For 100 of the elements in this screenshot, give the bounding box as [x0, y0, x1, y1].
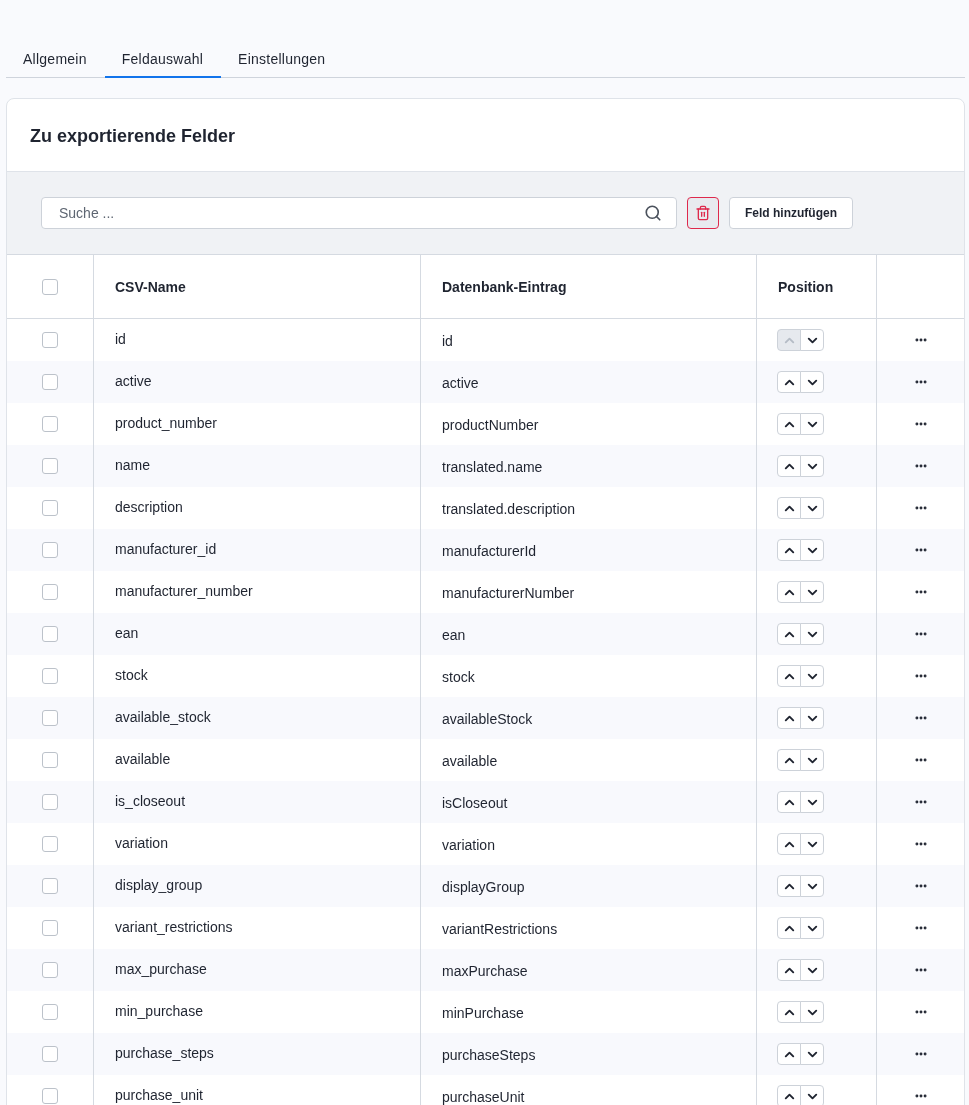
move-down-button[interactable] — [800, 371, 824, 393]
move-down-button[interactable] — [800, 623, 824, 645]
checkbox[interactable] — [42, 794, 58, 810]
table-cell: manufacturerId — [442, 543, 537, 559]
table-cell: displayGroup — [442, 879, 525, 895]
move-down-button[interactable] — [800, 917, 824, 939]
move-up-button[interactable] — [777, 539, 801, 561]
move-up-button[interactable] — [777, 623, 801, 645]
move-up-button[interactable] — [777, 833, 801, 855]
move-up-button[interactable] — [777, 1085, 801, 1105]
move-up-button[interactable] — [777, 875, 801, 897]
table-cell: available — [442, 753, 498, 769]
move-down-button[interactable] — [800, 707, 824, 729]
table-cell: variation — [115, 835, 168, 851]
table-cell: purchase_unit — [115, 1087, 203, 1103]
move-up-button[interactable] — [777, 581, 801, 603]
move-up-button[interactable] — [777, 413, 801, 435]
checkbox[interactable] — [42, 626, 58, 642]
tab[interactable]: Allgemein — [6, 40, 105, 78]
move-down-button[interactable] — [800, 833, 824, 855]
checkbox[interactable] — [42, 668, 58, 684]
move-down-button[interactable] — [800, 413, 824, 435]
table-cell: max_purchase — [115, 961, 207, 977]
table-cell: variantRestrictions — [442, 921, 558, 937]
table-cell: min_purchase — [115, 1003, 203, 1019]
checkbox[interactable] — [42, 962, 58, 978]
move-down-button[interactable] — [800, 581, 824, 603]
move-up-button[interactable] — [777, 707, 801, 729]
checkbox[interactable] — [42, 836, 58, 852]
move-up-button[interactable] — [777, 959, 801, 981]
tab[interactable]: Feldauswahl — [104, 40, 222, 78]
checkbox[interactable] — [42, 458, 58, 474]
checkbox[interactable] — [42, 542, 58, 558]
move-up-button[interactable] — [777, 497, 801, 519]
table-cell: variation — [442, 837, 495, 853]
table-cell: variant_restrictions — [115, 919, 233, 935]
checkbox[interactable] — [42, 584, 58, 600]
checkbox[interactable] — [42, 878, 58, 894]
table-cell: minPurchase — [442, 1005, 524, 1021]
table-cell: active — [442, 375, 479, 391]
move-down-button[interactable] — [800, 329, 824, 351]
checkbox[interactable] — [42, 920, 58, 936]
table-cell: ean — [442, 627, 466, 643]
move-up-button[interactable] — [777, 455, 801, 477]
table-cell: ean — [115, 625, 139, 641]
move-down-button[interactable] — [800, 665, 824, 687]
table-cell: id — [442, 333, 453, 349]
table-cell: translated.description — [442, 501, 576, 517]
move-up-button[interactable] — [777, 791, 801, 813]
move-up-button[interactable] — [777, 749, 801, 771]
move-down-button[interactable] — [800, 455, 824, 477]
move-down-button[interactable] — [800, 1001, 824, 1023]
move-up-button[interactable] — [777, 1043, 801, 1065]
checkbox[interactable] — [42, 752, 58, 768]
table-cell: stock — [442, 669, 475, 685]
checkbox[interactable] — [42, 374, 58, 390]
add-field-button[interactable]: Feld hinzufügen — [729, 197, 853, 229]
tab[interactable]: Einstellungen — [221, 40, 344, 78]
checkbox[interactable] — [42, 710, 58, 726]
move-down-button[interactable] — [800, 1043, 824, 1065]
checkbox[interactable] — [42, 1088, 58, 1104]
checkbox[interactable] — [42, 1004, 58, 1020]
table-cell: translated.name — [442, 459, 543, 475]
checkbox[interactable] — [42, 416, 58, 432]
move-up-button[interactable] — [777, 371, 801, 393]
table-cell: is_closeout — [115, 793, 186, 809]
table-cell: manufacturer_id — [115, 541, 217, 557]
move-up-button[interactable] — [777, 917, 801, 939]
table-cell: purchase_steps — [115, 1045, 214, 1061]
checkbox[interactable] — [42, 332, 58, 348]
move-down-button[interactable] — [800, 749, 824, 771]
move-down-button[interactable] — [800, 1085, 824, 1105]
move-up-button[interactable] — [777, 665, 801, 687]
card-title: Zu exportierende Felder — [30, 125, 237, 148]
table-cell: product_number — [115, 415, 217, 431]
checkbox[interactable] — [42, 1046, 58, 1062]
move-down-button[interactable] — [800, 539, 824, 561]
table-cell: available — [115, 751, 171, 767]
table-cell: productNumber — [442, 417, 539, 433]
table-cell: isCloseout — [442, 795, 508, 811]
table-cell: active — [115, 373, 152, 389]
delete-button[interactable] — [687, 197, 719, 229]
column-header: Datenbank-Eintrag — [442, 278, 567, 295]
move-down-button[interactable] — [800, 791, 824, 813]
move-up-button[interactable] — [777, 1001, 801, 1023]
column-header: CSV-Name — [115, 278, 186, 295]
checkbox[interactable] — [42, 500, 58, 516]
search-icon — [644, 204, 662, 222]
checkbox[interactable] — [42, 278, 58, 295]
table-cell: purchaseSteps — [442, 1047, 536, 1063]
trash-icon — [695, 205, 711, 221]
table-cell: stock — [115, 667, 148, 683]
move-down-button[interactable] — [800, 875, 824, 897]
table-cell: availableStock — [442, 711, 533, 727]
move-down-button[interactable] — [800, 497, 824, 519]
table-cell: maxPurchase — [442, 963, 528, 979]
column-header: Position — [778, 278, 834, 295]
table-cell: description — [115, 499, 183, 515]
move-down-button[interactable] — [800, 959, 824, 981]
search-field[interactable]: Suche ... — [41, 197, 677, 229]
